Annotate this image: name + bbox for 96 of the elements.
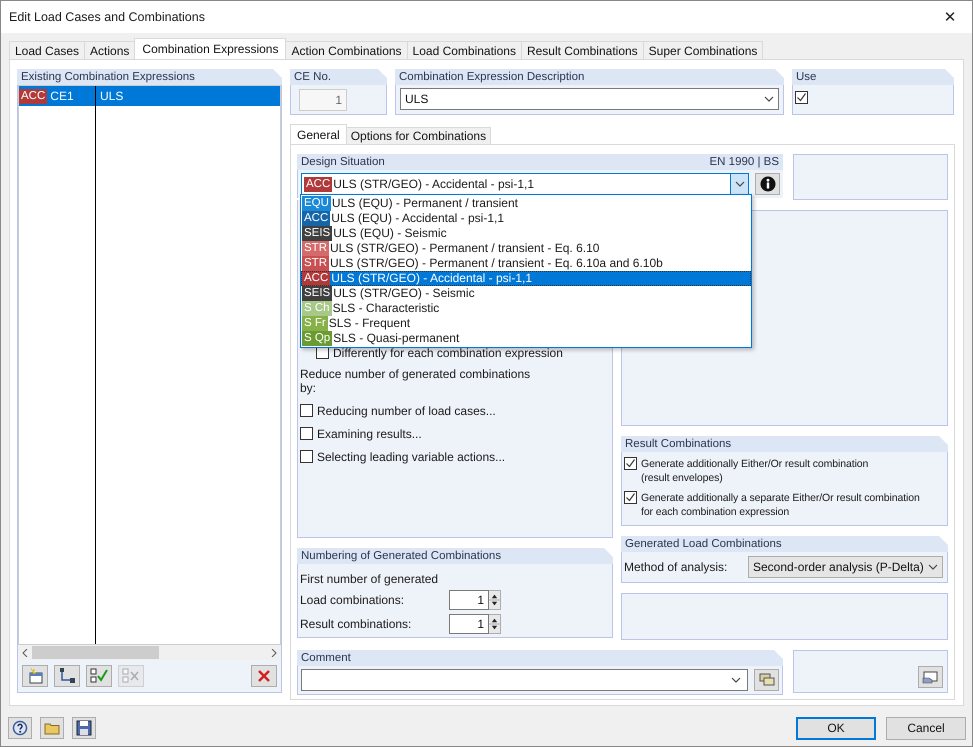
checkbox[interactable] bbox=[624, 457, 637, 470]
tab[interactable]: Super Combinations bbox=[642, 41, 764, 59]
delete-button[interactable] bbox=[251, 665, 277, 687]
new-item-icon bbox=[27, 668, 43, 684]
save-button[interactable] bbox=[72, 717, 96, 739]
section-text: First number of generated bbox=[300, 572, 440, 586]
new-button[interactable] bbox=[22, 665, 48, 687]
tab[interactable]: Load Cases bbox=[9, 41, 86, 59]
dropdown-option[interactable]: S Qp SLS - Quasi-permanent bbox=[301, 331, 751, 346]
number-field[interactable]: 1 bbox=[449, 590, 489, 610]
field-label: Result combinations: bbox=[300, 617, 412, 631]
section-text: Reduce number of generated combinations by: bbox=[300, 367, 532, 395]
window-title: Edit Load Cases and Combinations bbox=[9, 10, 205, 24]
scroll-right-icon[interactable] bbox=[270, 648, 278, 656]
description-combo[interactable]: ULS bbox=[400, 88, 779, 110]
checkbox-label: Generate additionally Either/Or result combination (result envelopes) bbox=[641, 457, 868, 485]
situation-badge: S Qp bbox=[302, 331, 332, 346]
situation-badge: ACC bbox=[302, 211, 330, 226]
situation-badge: SEIS bbox=[302, 286, 332, 301]
info-icon bbox=[760, 176, 776, 192]
checkbox-label: Generate additionally a separate Either/Or result combination for each combination expression bbox=[641, 491, 920, 519]
section-header: Generated Load Combinations bbox=[621, 536, 948, 552]
help-icon bbox=[12, 720, 28, 736]
uncheck-all-button[interactable] bbox=[118, 665, 144, 687]
tab[interactable]: Combination Expressions bbox=[134, 38, 286, 59]
field-label: Method of analysis: bbox=[624, 560, 728, 574]
rename-button[interactable] bbox=[54, 665, 80, 687]
dropdown-option[interactable]: STR ULS (STR/GEO) - Permanent / transient - Eq. 6.10 bbox=[301, 241, 751, 256]
checkbox-label: Reducing number of load cases... bbox=[317, 404, 496, 418]
dropdown-option[interactable]: ACC ULS (EQU) - Accidental - psi-1,1 bbox=[301, 211, 751, 226]
tab[interactable]: Options for Combinations bbox=[346, 127, 492, 144]
section-header: Result Combinations bbox=[621, 436, 948, 452]
situation-badge: ACC bbox=[304, 176, 332, 192]
checkbox[interactable] bbox=[795, 91, 808, 104]
checkbox[interactable] bbox=[624, 491, 637, 504]
comment-combo[interactable] bbox=[301, 669, 748, 691]
number-field[interactable]: 1 bbox=[299, 89, 347, 111]
info-button[interactable] bbox=[755, 173, 780, 195]
list-row[interactable]: ACC CE1 ULS bbox=[19, 86, 280, 106]
comment-library-button[interactable] bbox=[754, 669, 779, 691]
check-all-button[interactable] bbox=[86, 665, 112, 687]
checklist-icon bbox=[90, 668, 108, 684]
dialog-button[interactable]: Cancel bbox=[886, 716, 966, 740]
dropdown-option[interactable]: SEIS ULS (STR/GEO) - Seismic bbox=[301, 286, 751, 301]
situation-badge: STR bbox=[302, 241, 329, 256]
tab[interactable]: General bbox=[290, 124, 347, 144]
standard-label: EN 1990 | BS bbox=[710, 155, 779, 170]
dialog-button[interactable]: OK bbox=[796, 716, 876, 740]
dropdown-option[interactable]: STR ULS (STR/GEO) - Permanent / transient - Eq. 6.10a and 6.10b bbox=[301, 256, 751, 271]
export-button[interactable] bbox=[918, 666, 943, 688]
method-combo[interactable]: Second-order analysis (P-Delta) bbox=[748, 556, 943, 578]
delete-icon bbox=[257, 669, 271, 683]
row-description: ULS bbox=[99, 89, 124, 103]
situation-badge: ACC bbox=[19, 88, 48, 104]
row-id: CE1 bbox=[50, 89, 74, 103]
caret-icon bbox=[928, 564, 938, 570]
field-label: Load combinations: bbox=[300, 593, 406, 607]
section-header: Comment bbox=[297, 650, 783, 666]
dropdown-option[interactable]: SEIS ULS (EQU) - Seismic bbox=[301, 226, 751, 241]
dropdown-option[interactable]: ACC ULS (STR/GEO) - Accidental - psi-1,1 bbox=[301, 271, 751, 286]
checkbox[interactable] bbox=[300, 404, 313, 417]
caret-icon bbox=[764, 96, 774, 102]
close-button[interactable]: ✕ bbox=[928, 2, 972, 32]
dropdown-option[interactable]: S Fr SLS - Frequent bbox=[301, 316, 751, 331]
situation-badge: S Fr bbox=[302, 316, 328, 331]
scrollbar[interactable] bbox=[18, 645, 281, 660]
number-field[interactable]: 1 bbox=[449, 614, 489, 634]
situation-badge: EQU bbox=[302, 196, 331, 211]
spinner-icon[interactable] bbox=[489, 590, 501, 610]
section-header: Design Situation bbox=[301, 155, 385, 170]
stacked-windows-icon bbox=[758, 673, 774, 687]
section-header: Numbering of Generated Combinations bbox=[297, 548, 613, 564]
design-situation-combo[interactable]: ACC ULS (STR/GEO) - Accidental - psi-1,1 bbox=[301, 173, 749, 195]
caret-icon bbox=[731, 677, 741, 683]
dropdown-option[interactable]: S Ch SLS - Characteristic bbox=[301, 301, 751, 316]
checkbox-label: Differently for each combination expression bbox=[333, 346, 563, 360]
checkbox-label: Selecting leading variable actions... bbox=[317, 450, 506, 464]
checklist-cross-icon bbox=[122, 668, 140, 684]
checkbox[interactable] bbox=[300, 427, 313, 440]
folder-icon bbox=[44, 721, 60, 735]
field-header: Use bbox=[792, 69, 954, 85]
spinner-icon[interactable] bbox=[489, 614, 501, 634]
dropdown-option[interactable]: EQU ULS (EQU) - Permanent / transient bbox=[301, 196, 751, 211]
situation-badge: STR bbox=[302, 256, 329, 271]
checkbox-label: Examining results... bbox=[317, 427, 422, 441]
situation-badge: ACC bbox=[302, 271, 330, 286]
scroll-left-icon[interactable] bbox=[21, 648, 29, 656]
panel-header: Existing Combination Expressions bbox=[17, 69, 282, 85]
help-button[interactable] bbox=[8, 717, 32, 739]
caret-icon bbox=[734, 181, 744, 187]
field-header: CE No. bbox=[290, 69, 387, 85]
situation-badge: SEIS bbox=[302, 226, 332, 241]
checkbox[interactable] bbox=[300, 450, 313, 463]
field-header: Combination Expression Description bbox=[395, 69, 784, 85]
situation-badge: S Ch bbox=[302, 301, 332, 316]
open-button[interactable] bbox=[40, 717, 64, 739]
